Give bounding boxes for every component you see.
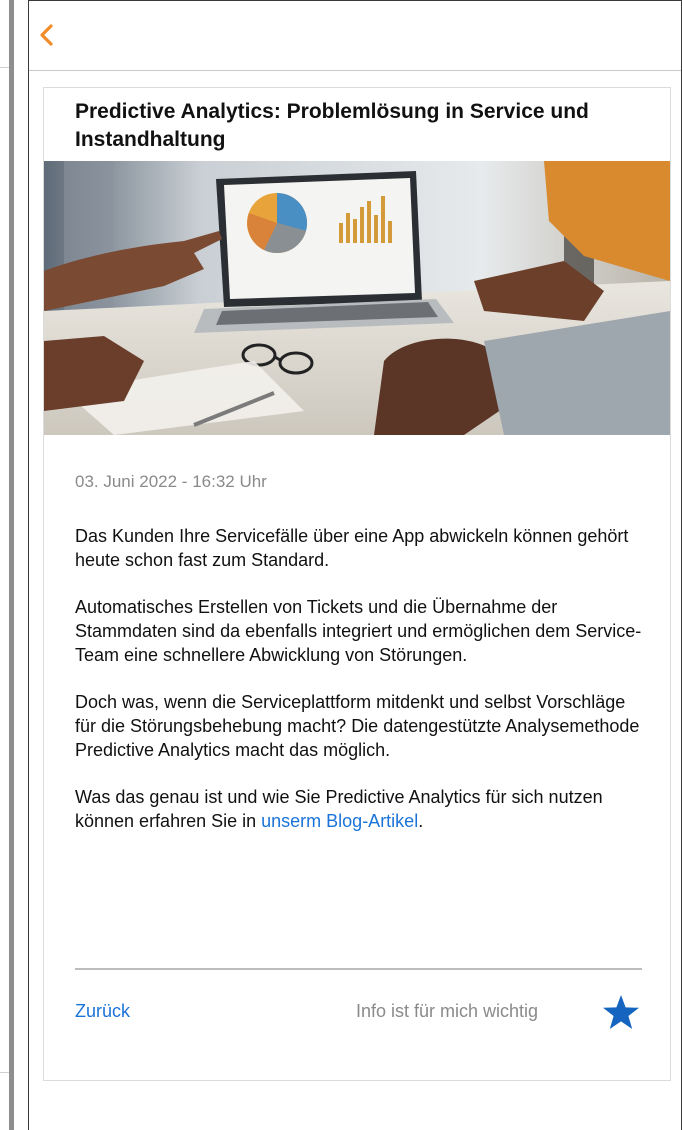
article-title: Predictive Analytics: Problemlösung in S… [75, 100, 589, 151]
article-paragraph: Doch was, wenn die Serviceplattform mitd… [75, 692, 640, 760]
divider-line [0, 67, 9, 68]
divider-line [0, 1072, 9, 1073]
article-body: Das Kunden Ihre Servicefälle über eine A… [75, 524, 650, 856]
article-date: 03. Juni 2022 - 16:32 Uhr [75, 472, 267, 491]
back-button[interactable]: Zurück [75, 1001, 130, 1022]
article-paragraph-last: Was das genau ist und wie Sie Predictive… [75, 785, 650, 833]
article-paragraph: Automatisches Erstellen von Tickets und … [75, 597, 642, 665]
star-icon[interactable] [602, 994, 640, 1030]
article-card: Predictive Analytics: Problemlösung in S… [43, 87, 671, 1081]
article-paragraph-suffix: . [418, 811, 424, 831]
blog-article-link[interactable]: unserm Blog-Artikel [261, 811, 418, 831]
previous-pane-edge [0, 0, 14, 1130]
app-frame: Predictive Analytics: Problemlösung in S… [0, 0, 682, 1130]
detail-panel: Predictive Analytics: Problemlösung in S… [28, 0, 682, 1130]
article-hero-image [44, 161, 670, 435]
top-bar [29, 1, 681, 71]
article-paragraph: Das Kunden Ihre Servicefälle über eine A… [75, 526, 629, 570]
footer-divider [75, 968, 642, 970]
important-info-label: Info ist für mich wichtig [356, 1001, 539, 1021]
chevron-left-icon[interactable] [35, 21, 59, 49]
